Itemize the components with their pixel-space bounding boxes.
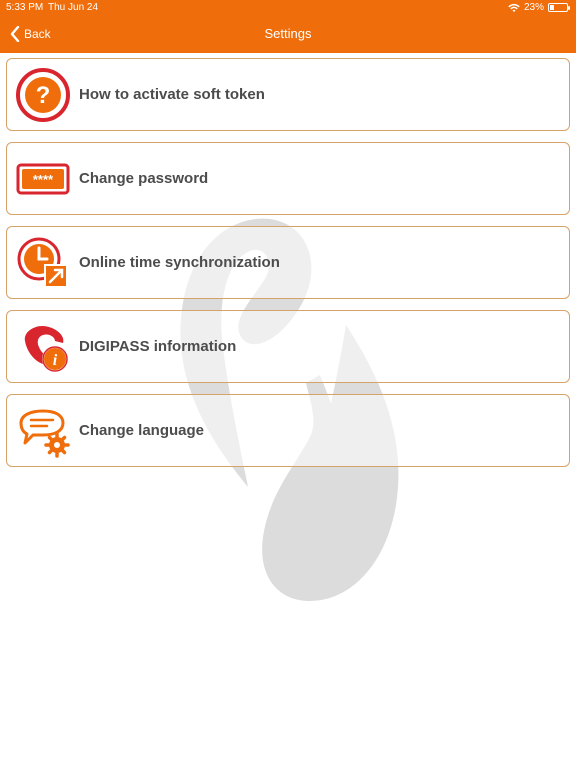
question-icon: ? — [16, 67, 70, 122]
battery-icon — [548, 3, 570, 12]
clock-sync-icon — [17, 237, 68, 288]
password-field-icon: **** — [16, 163, 70, 194]
settings-item-digipass-info[interactable]: i DIGIPASS information — [6, 310, 570, 383]
svg-text:?: ? — [36, 82, 51, 109]
status-indicators: 23% — [508, 2, 570, 13]
page-title: Settings — [264, 26, 312, 41]
battery-percent: 23% — [523, 2, 544, 13]
status-time: 5:33 PM — [6, 2, 44, 13]
phone-info-icon: i — [24, 325, 68, 372]
wifi-icon — [508, 3, 520, 12]
settings-list: ? How to activate soft token **** Change… — [6, 58, 570, 478]
speech-gear-icon — [19, 409, 70, 458]
settings-item-label: Change language — [79, 422, 205, 439]
svg-text:i: i — [53, 352, 58, 369]
settings-item-label: How to activate soft token — [79, 86, 265, 103]
settings-item-time-sync[interactable]: Online time synchronization — [6, 226, 570, 299]
settings-item-activate-soft-token[interactable]: ? How to activate soft token — [6, 58, 570, 131]
status-bar: 5:33 PM Thu Jun 24 23% — [0, 0, 576, 16]
settings-item-label: DIGIPASS information — [79, 338, 237, 355]
svg-text:****: **** — [33, 172, 54, 187]
battery-level — [550, 5, 554, 10]
settings-item-label: Online time synchronization — [79, 254, 280, 271]
status-date: Thu Jun 24 — [48, 2, 99, 13]
settings-item-change-language[interactable]: Change language — [6, 394, 570, 467]
settings-item-label: Change password — [79, 170, 209, 187]
navigation-bar: Back Settings — [0, 16, 576, 53]
top-bar: 5:33 PM Thu Jun 24 23% Back Settings — [0, 0, 576, 53]
settings-item-change-password[interactable]: **** Change password — [6, 142, 570, 215]
